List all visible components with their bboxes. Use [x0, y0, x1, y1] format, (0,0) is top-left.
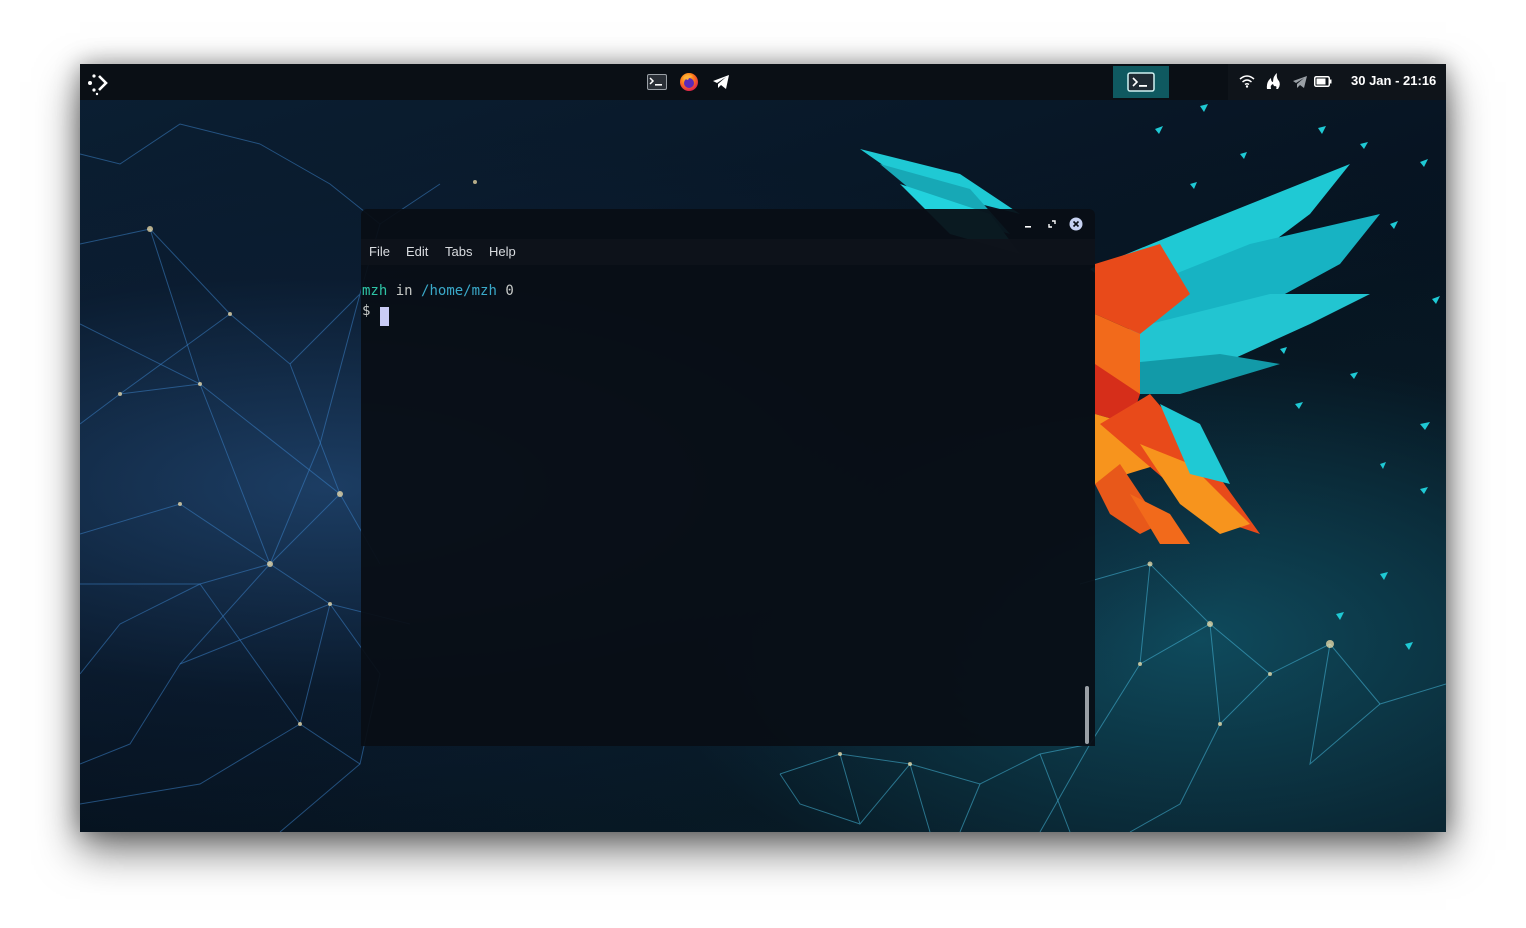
- wifi-icon: [1239, 75, 1255, 88]
- desktop: 30 Jan - 21:16 File Edit Tabs Help mzh i…: [80, 64, 1446, 832]
- scrollbar[interactable]: [1085, 686, 1089, 744]
- menu-file[interactable]: File: [369, 244, 390, 259]
- battery-icon: [1314, 76, 1332, 87]
- prompt-symbol: $: [362, 303, 371, 319]
- maximize-icon: [1048, 220, 1056, 228]
- telegram-icon: [713, 75, 729, 89]
- dock: [646, 71, 732, 93]
- flame-icon: [1266, 73, 1280, 89]
- prompt-user: mzh: [362, 283, 388, 299]
- dock-firefox[interactable]: [678, 71, 700, 93]
- terminal-icon: [647, 74, 667, 90]
- menu-bar: File Edit Tabs Help: [361, 239, 1095, 265]
- close-button[interactable]: [1069, 217, 1083, 231]
- input-line: $: [362, 301, 370, 321]
- terminal-window[interactable]: File Edit Tabs Help mzh in /home/mzh 0 $: [361, 209, 1095, 746]
- running-terminal-window[interactable]: [1113, 66, 1169, 98]
- activities-button[interactable]: [84, 70, 110, 96]
- terminal-output[interactable]: mzh in /home/mzh 0 $: [361, 281, 1081, 741]
- top-panel: 30 Jan - 21:16: [80, 64, 1446, 100]
- prompt-line: mzh in /home/mzh 0: [362, 281, 514, 301]
- terminal-icon: [1127, 72, 1155, 92]
- text-cursor: [380, 307, 389, 326]
- minimize-button[interactable]: [1021, 217, 1035, 231]
- activities-dots-icon: [88, 74, 108, 96]
- menu-tabs[interactable]: Tabs: [445, 244, 472, 259]
- firefox-icon: [680, 73, 698, 91]
- prompt-path: /home/mzh: [421, 283, 497, 299]
- minimize-icon: [1025, 226, 1031, 228]
- dock-terminal[interactable]: [646, 71, 668, 93]
- window-titlebar[interactable]: [361, 209, 1095, 239]
- prompt-in: in: [395, 283, 413, 299]
- prompt-exit-code: 0: [505, 283, 514, 299]
- menu-edit[interactable]: Edit: [406, 244, 428, 259]
- clock[interactable]: 30 Jan - 21:16: [1351, 73, 1436, 88]
- telegram-tray-icon: [1293, 76, 1307, 88]
- close-icon: [1069, 217, 1083, 231]
- maximize-button[interactable]: [1045, 217, 1059, 231]
- menu-help[interactable]: Help: [489, 244, 516, 259]
- dock-telegram[interactable]: [710, 71, 732, 93]
